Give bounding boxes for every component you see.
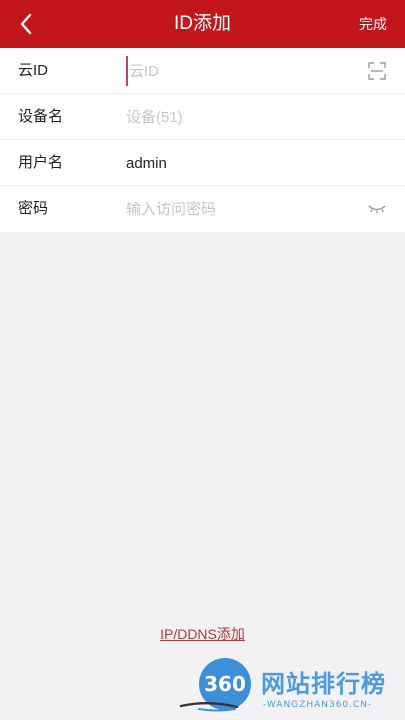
cloud-id-label: 云ID: [18, 62, 49, 79]
toggle-password-visibility[interactable]: [367, 199, 387, 219]
device-name-input[interactable]: [126, 102, 346, 132]
device-name-label: 设备名: [18, 108, 64, 125]
header-bar: ID添加 完成: [0, 0, 405, 48]
swoosh-icon: [179, 702, 239, 712]
page-title: ID添加: [173, 13, 231, 34]
username-input[interactable]: [126, 148, 346, 178]
username-row: 用户名: [0, 140, 405, 186]
password-row: 密码: [0, 186, 405, 232]
watermark: 360 网站排行榜 -WANGZHAN360.CN-: [175, 654, 405, 720]
scan-button[interactable]: [367, 61, 387, 81]
password-label: 密码: [18, 200, 49, 217]
cloud-id-row: 云ID: [0, 48, 405, 94]
watermark-name: 网站排行榜: [261, 670, 386, 698]
username-label: 用户名: [18, 154, 64, 171]
watermark-url: -WANGZHAN360.CN-: [263, 700, 373, 710]
scan-icon: [368, 62, 386, 80]
back-button[interactable]: [8, 6, 44, 42]
add-device-form: 云ID 设备名 用户名 密码: [0, 48, 405, 232]
device-name-row: 设备名: [0, 94, 405, 140]
done-button[interactable]: 完成: [359, 0, 387, 48]
cloud-id-input[interactable]: [126, 56, 346, 86]
chevron-left-icon: [20, 13, 32, 35]
eye-closed-icon: [368, 205, 386, 214]
password-input[interactable]: [126, 194, 346, 224]
id-add-screen: ID添加 完成 云ID 设备名 用户名 密码: [0, 0, 405, 720]
ip-ddns-add-link[interactable]: IP/DDNS添加: [0, 624, 405, 644]
